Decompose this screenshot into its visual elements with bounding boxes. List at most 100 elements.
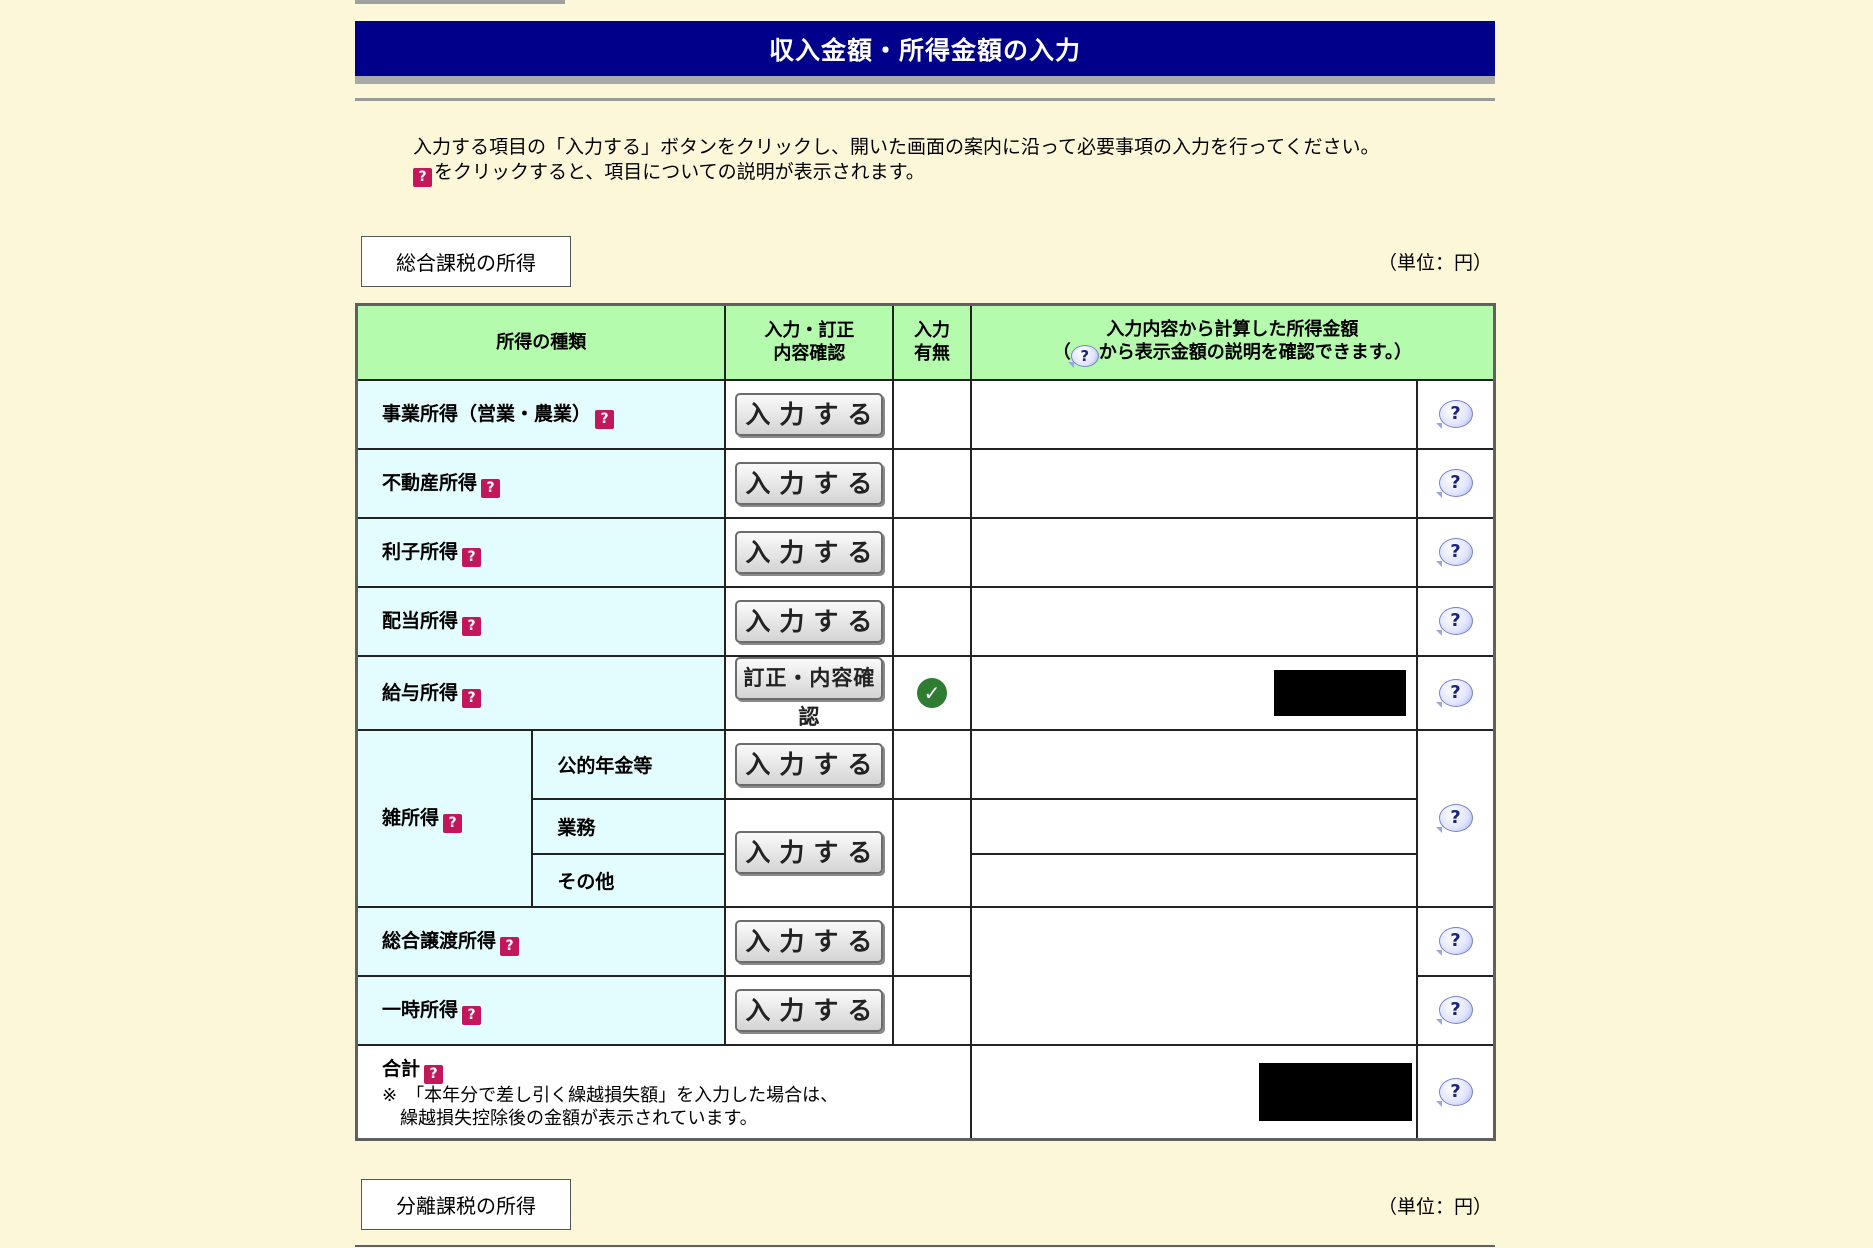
action-cell: 入力する (724, 516, 895, 588)
question-bubble-icon[interactable]: ? (1435, 538, 1473, 567)
row-kyuyo: 給与所得? 訂正・内容確認 ✓ ? (355, 654, 1496, 731)
amount-cell-jyoto-ichiji (969, 905, 1419, 1046)
row-label-haito-text: 配当所得 (382, 610, 459, 632)
action-cell: 訂正・内容確認 (724, 654, 895, 731)
row-label-kyuyo-text: 給与所得 (382, 681, 459, 704)
row-label-jigyo-text: 事業所得（営業・農業） (382, 403, 592, 425)
status-cell-ichiji (892, 974, 972, 1046)
row-haito: 配当所得? 入力する ? (355, 585, 1496, 657)
header-amount-line2: （? から表示金額の説明を確認できます。） (972, 341, 1493, 368)
question-square-icon[interactable]: ? (424, 1064, 444, 1084)
question-bubble-icon[interactable]: ? (1435, 678, 1473, 708)
section-label-sogo: 総合課税の所得 (361, 236, 571, 287)
row-label-haito: 配当所得? (355, 585, 727, 657)
check-circle-icon: ✓ (917, 677, 947, 708)
input-button-haito[interactable]: 入力する (735, 599, 884, 643)
total-title-text: 合計 (382, 1057, 421, 1080)
header-status-line1: 入力 (914, 320, 950, 342)
unit-label-bunri: （単位：円） (1378, 1196, 1493, 1218)
amount-cell-haito (969, 585, 1419, 657)
page-title: 収入金額・所得金額の入力 (355, 21, 1495, 76)
row-label-fudosan: 不動産所得? (355, 447, 727, 519)
question-bubble-icon[interactable]: ? (1435, 607, 1473, 636)
title-shadow (355, 76, 1495, 84)
question-square-icon[interactable]: ? (595, 410, 615, 429)
amount-cell-zatsu-sonota (969, 852, 1419, 908)
intro-line-2: ? をクリックすると、項目についての説明が表示されます。 (413, 160, 1380, 187)
question-square-icon[interactable]: ? (462, 548, 482, 567)
input-button-jigyo[interactable]: 入力する (735, 392, 884, 436)
header-status: 入力 有無 (892, 303, 972, 381)
row-jyoto: 総合譲渡所得? 入力する ? (355, 905, 1496, 1046)
row-jigyo: 事業所得（営業・農業）? 入力する ? (355, 378, 1496, 450)
bunri-table-top-border (355, 1245, 1495, 1247)
correct-button-kyuyo[interactable]: 訂正・内容確認 (735, 656, 884, 729)
amount-cell-total (969, 1043, 1419, 1141)
question-square-icon[interactable]: ? (481, 479, 501, 498)
amount-cell-fudosan (969, 447, 1419, 519)
row-label-kyuyo: 給与所得? (355, 654, 727, 731)
amount-cell-kyuyo (969, 654, 1419, 731)
question-square-icon[interactable]: ? (462, 1006, 482, 1025)
help-cell: ? (1416, 905, 1496, 977)
help-cell: ? (1416, 447, 1496, 519)
input-button-zatsu-gyomu-sonota[interactable]: 入力する (735, 831, 884, 874)
action-cell: 入力する (724, 585, 895, 657)
intro-line-1: 入力する項目の「入力する」ボタンをクリックし、開いた画面の案内に沿って必要事項の… (413, 136, 1380, 158)
row-label-total: 合計? ※ 「本年分で差し引く繰越損失額」を入力した場合は、 繰越損失控除後の金… (355, 1043, 972, 1141)
row-rishi: 利子所得? 入力する ? (355, 516, 1496, 588)
row-fudosan: 不動産所得? 入力する ? (355, 447, 1496, 519)
amount-cell-zatsu-gyomu (969, 797, 1419, 855)
row-label-zatsu-text: 雑所得 (382, 807, 440, 829)
action-cell: 入力する (724, 378, 895, 450)
row-label-jigyo: 事業所得（営業・農業）? (355, 378, 727, 450)
row-label-fudosan-text: 不動産所得 (382, 472, 478, 494)
help-cell: ? (1416, 654, 1496, 731)
question-bubble-icon[interactable]: ? (1435, 996, 1473, 1025)
help-cell: ? (1416, 516, 1496, 588)
row-label-ichiji-text: 一時所得 (382, 999, 459, 1021)
intro-text: 入力する項目の「入力する」ボタンをクリックし、開いた画面の案内に沿って必要事項の… (413, 135, 1380, 187)
help-cell: ? (1416, 728, 1496, 908)
row-label-zatsu-sonota: その他 (531, 852, 727, 908)
total-note-line2: 繰越損失控除後の金額が表示されています。 (382, 1107, 758, 1129)
row-label-rishi: 利子所得? (355, 516, 727, 588)
row-label-zatsu-nenkin: 公的年金等 (531, 728, 727, 800)
input-button-fudosan[interactable]: 入力する (735, 461, 884, 505)
status-cell-jyoto (892, 905, 972, 977)
status-cell-haito (892, 585, 972, 657)
question-square-icon[interactable]: ? (443, 814, 463, 833)
row-label-jyoto-text: 総合譲渡所得 (382, 930, 497, 952)
row-zatsu-nenkin: 雑所得? 公的年金等 入力する ? (355, 728, 1496, 908)
input-button-zatsu-nenkin[interactable]: 入力する (735, 742, 884, 786)
help-cell: ? (1416, 1043, 1496, 1141)
question-bubble-icon: ? (1067, 344, 1099, 368)
top-tab-line (355, 0, 565, 4)
action-cell: 入力する (724, 447, 895, 519)
question-bubble-icon[interactable]: ? (1435, 400, 1473, 429)
question-bubble-icon[interactable]: ? (1435, 1077, 1473, 1107)
question-bubble-icon[interactable]: ? (1435, 804, 1473, 833)
row-total: 合計? ※ 「本年分で差し引く繰越損失額」を入力した場合は、 繰越損失控除後の金… (355, 1043, 1496, 1141)
input-button-rishi[interactable]: 入力する (735, 530, 884, 574)
title-divider (355, 98, 1495, 101)
action-cell: 入力する (724, 905, 895, 977)
header-action-line2: 内容確認 (773, 343, 846, 365)
action-cell: 入力する (724, 974, 895, 1046)
status-cell-zatsu-gyomu (892, 797, 972, 908)
question-bubble-icon[interactable]: ? (1435, 469, 1473, 498)
question-square-icon[interactable]: ? (462, 688, 482, 708)
question-square-icon[interactable]: ? (500, 937, 520, 956)
row-label-jyoto: 総合譲渡所得? (355, 905, 727, 977)
question-bubble-icon[interactable]: ? (1435, 927, 1473, 956)
question-square-icon[interactable]: ? (462, 617, 482, 636)
header-amount: 入力内容から計算した所得金額（? から表示金額の説明を確認できます。） (969, 303, 1496, 381)
input-button-ichiji[interactable]: 入力する (735, 988, 884, 1032)
redacted-amount (1259, 1062, 1413, 1121)
header-amount-line1: 入力内容から計算した所得金額 (1106, 318, 1359, 340)
status-cell-jigyo (892, 378, 972, 450)
question-square-icon: ? (413, 168, 432, 187)
header-amount-line2-text: から表示金額の説明を確認できます。） (1098, 341, 1412, 363)
status-cell-rishi (892, 516, 972, 588)
input-button-jyoto[interactable]: 入力する (735, 919, 884, 963)
